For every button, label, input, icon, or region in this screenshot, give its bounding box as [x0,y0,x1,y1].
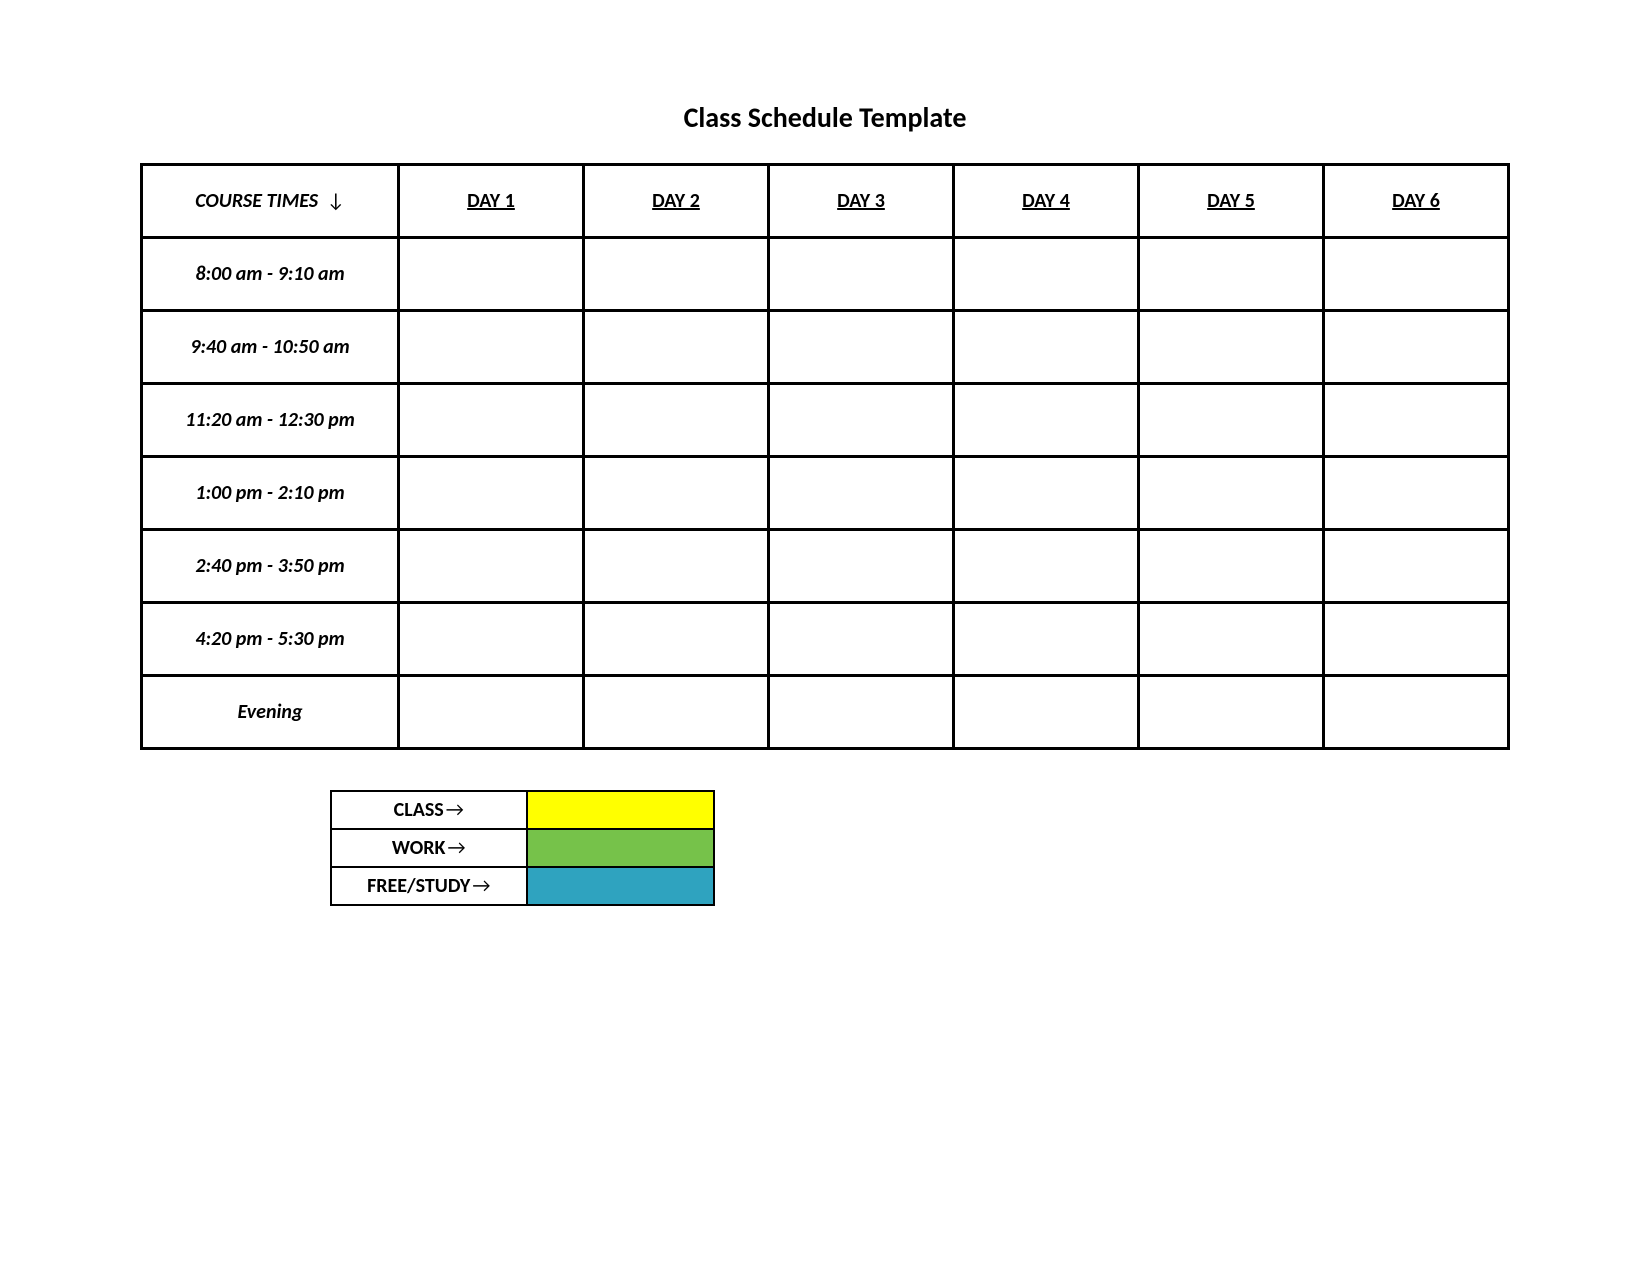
schedule-cell [769,676,954,749]
legend-row-class: CLASS→ [331,791,714,829]
schedule-cell [584,457,769,530]
schedule-cell [769,384,954,457]
legend-label-class: CLASS→ [331,791,527,829]
schedule-cell [1324,530,1509,603]
table-row: 1:00 pm - 2:10 pm [142,457,1509,530]
table-row: 9:40 am - 10:50 am [142,311,1509,384]
course-times-header: COURSE TIMES ↓ [142,165,399,238]
schedule-table-wrap: COURSE TIMES ↓ DAY 1 DAY 2 DAY 3 DAY 4 D… [140,163,1510,750]
schedule-cell [584,676,769,749]
time-label: Evening [142,676,399,749]
legend-label-work: WORK→ [331,829,527,867]
time-label: 4:20 pm - 5:30 pm [142,603,399,676]
schedule-cell [769,530,954,603]
header-row: COURSE TIMES ↓ DAY 1 DAY 2 DAY 3 DAY 4 D… [142,165,1509,238]
legend: CLASS→ WORK→ FREE/STUDY→ [330,790,715,906]
schedule-cell [399,603,584,676]
schedule-cell [584,530,769,603]
legend-swatch-class [527,791,715,829]
table-row: 2:40 pm - 3:50 pm [142,530,1509,603]
day-header-6: DAY 6 [1324,165,1509,238]
schedule-cell [399,384,584,457]
day-header-1: DAY 1 [399,165,584,238]
schedule-cell [1139,676,1324,749]
course-times-header-text: COURSE TIMES [195,189,318,213]
right-arrow-icon: → [446,798,464,822]
day-header-4: DAY 4 [954,165,1139,238]
page-title: Class Schedule Template [0,100,1650,135]
legend-table: CLASS→ WORK→ FREE/STUDY→ [330,790,715,906]
legend-row-work: WORK→ [331,829,714,867]
legend-label-free: FREE/STUDY→ [331,867,527,905]
schedule-cell [954,311,1139,384]
schedule-cell [1324,384,1509,457]
schedule-cell [584,384,769,457]
schedule-cell [1324,676,1509,749]
schedule-cell [769,457,954,530]
page: Class Schedule Template COURSE TIMES ↓ D… [0,0,1650,1275]
schedule-cell [584,238,769,311]
schedule-cell [1324,457,1509,530]
down-arrow-icon: ↓ [327,189,345,213]
schedule-cell [399,457,584,530]
day-header-5: DAY 5 [1139,165,1324,238]
table-row: 8:00 am - 9:10 am [142,238,1509,311]
schedule-cell [769,311,954,384]
table-row: 4:20 pm - 5:30 pm [142,603,1509,676]
schedule-cell [769,238,954,311]
day-header-3: DAY 3 [769,165,954,238]
schedule-cell [1324,603,1509,676]
legend-swatch-free [527,867,715,905]
schedule-cell [399,530,584,603]
schedule-cell [399,238,584,311]
day-header-2: DAY 2 [584,165,769,238]
schedule-cell [1324,238,1509,311]
schedule-cell [769,603,954,676]
schedule-cell [1139,384,1324,457]
schedule-table: COURSE TIMES ↓ DAY 1 DAY 2 DAY 3 DAY 4 D… [140,163,1510,750]
schedule-cell [1139,238,1324,311]
right-arrow-icon: → [472,874,490,898]
legend-label-text: CLASS [394,798,444,822]
legend-label-text: FREE/STUDY [367,874,470,898]
legend-swatch-work [527,829,715,867]
schedule-cell [399,676,584,749]
schedule-cell [954,603,1139,676]
schedule-cell [1139,603,1324,676]
time-label: 8:00 am - 9:10 am [142,238,399,311]
schedule-cell [954,384,1139,457]
schedule-cell [399,311,584,384]
time-label: 2:40 pm - 3:50 pm [142,530,399,603]
schedule-cell [584,311,769,384]
schedule-cell [1324,311,1509,384]
legend-row-free: FREE/STUDY→ [331,867,714,905]
time-label: 9:40 am - 10:50 am [142,311,399,384]
schedule-cell [954,530,1139,603]
legend-label-text: WORK [392,836,446,860]
table-row: Evening [142,676,1509,749]
time-label: 1:00 pm - 2:10 pm [142,457,399,530]
schedule-cell [1139,457,1324,530]
schedule-cell [584,603,769,676]
schedule-cell [954,238,1139,311]
table-row: 11:20 am - 12:30 pm [142,384,1509,457]
schedule-cell [1139,311,1324,384]
schedule-cell [1139,530,1324,603]
schedule-cell [954,457,1139,530]
time-label: 11:20 am - 12:30 pm [142,384,399,457]
right-arrow-icon: → [448,836,466,860]
schedule-cell [954,676,1139,749]
